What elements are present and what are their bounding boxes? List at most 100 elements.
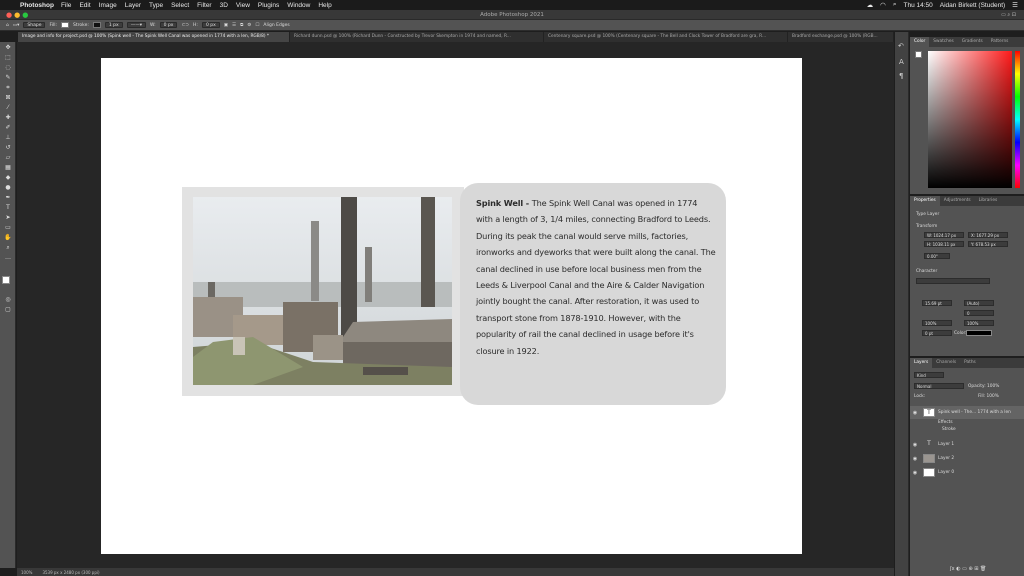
fill-swatch[interactable] [61, 22, 69, 28]
leading-field[interactable]: (Auto) [964, 300, 994, 306]
menu-3d[interactable]: 3D [220, 2, 228, 9]
layer-name[interactable]: Layer 1 [938, 442, 954, 447]
type-tool-icon[interactable]: T [3, 204, 13, 212]
tab-swatches[interactable]: Swatches [929, 37, 958, 47]
tab-adjustments[interactable]: Adjustments [940, 196, 975, 206]
tab-paths[interactable]: Paths [960, 358, 980, 368]
menu-filter[interactable]: Filter [197, 2, 211, 9]
width-field[interactable]: 0 px [159, 22, 178, 28]
tab-properties[interactable]: Properties [910, 196, 940, 206]
tab-color[interactable]: Color [910, 37, 930, 47]
control-center-icon[interactable]: ☰ [1012, 1, 1018, 9]
tab-gradients[interactable]: Gradients [958, 37, 987, 47]
zoom-level[interactable]: 100% [21, 570, 32, 575]
fill-field[interactable]: Fill: 100% [978, 394, 999, 399]
path-select-tool-icon[interactable]: ➤ [3, 214, 13, 222]
tool-preset-icon[interactable]: ▭▾ [13, 23, 20, 28]
width-value[interactable]: W: 1024.17 px [924, 232, 964, 238]
tab-patterns[interactable]: Patterns [987, 37, 1013, 47]
baseline-field[interactable]: 0 pt [922, 330, 952, 336]
menu-type[interactable]: Type [149, 2, 163, 9]
tab-layers[interactable]: Layers [910, 358, 933, 368]
menu-window[interactable]: Window [287, 2, 310, 9]
tab-centenary-square[interactable]: Centenary square.psd @ 100% (Centenary s… [544, 32, 788, 42]
foreground-color-swatch[interactable] [2, 276, 10, 284]
clock[interactable]: Thu 14:50 [903, 2, 932, 9]
stamp-tool-icon[interactable]: ⊥ [3, 134, 13, 142]
tab-libraries[interactable]: Libraries [975, 196, 1002, 206]
horizontal-scale-field[interactable]: 100% [964, 320, 994, 326]
creative-cloud-icon[interactable]: ☁ [867, 1, 874, 9]
menu-file[interactable]: File [61, 2, 71, 9]
menu-help[interactable]: Help [318, 2, 331, 9]
layer-name[interactable]: Spink well - The... 1774 with a len [938, 410, 1011, 415]
layer-name[interactable]: Layer 2 [938, 456, 954, 461]
quick-mask-icon[interactable]: ◎ [3, 296, 13, 304]
text-layer[interactable]: Spink Well - The Spink Well Canal was op… [476, 195, 716, 359]
character-panel-icon[interactable]: A [899, 58, 904, 66]
history-brush-tool-icon[interactable]: ↺ [3, 144, 13, 152]
menu-select[interactable]: Select [171, 2, 189, 9]
link-icon[interactable]: ⊂⊃ [181, 23, 189, 28]
align-edges-checkbox[interactable]: ☐ [255, 23, 259, 28]
stroke-size-field[interactable]: 1 px [104, 22, 123, 28]
path-ops-icon[interactable]: ▣ [224, 23, 228, 28]
home-icon[interactable]: ⌂ [6, 23, 9, 28]
transform-header[interactable]: Transform [916, 224, 937, 229]
height-field[interactable]: 0 px [201, 22, 220, 28]
menu-edit[interactable]: Edit [79, 2, 90, 9]
frame-tool-icon[interactable]: ⊠ [3, 94, 13, 102]
search-icon[interactable]: ⌕ [893, 1, 897, 9]
vertical-scale-field[interactable]: 100% [922, 320, 952, 326]
blend-mode-select[interactable]: Normal [914, 383, 964, 389]
lasso-tool-icon[interactable]: ◌ [3, 64, 13, 72]
zoom-tool-icon[interactable]: ⌕ [3, 244, 13, 252]
character-header[interactable]: Character [916, 269, 937, 274]
dodge-tool-icon[interactable]: ● [3, 184, 13, 192]
foreground-swatch[interactable] [915, 51, 922, 58]
hue-slider[interactable] [1015, 51, 1020, 188]
x-value[interactable]: X: 1677.29 px [968, 232, 1008, 238]
crop-tool-icon[interactable]: ⌗ [3, 84, 13, 92]
visibility-eye-icon[interactable]: ◉ [910, 456, 920, 462]
y-value[interactable]: Y: 678.53 px [968, 241, 1008, 247]
arrange-icon[interactable]: ⧉ [240, 22, 243, 28]
stroke-swatch[interactable] [92, 22, 101, 28]
paragraph-panel-icon[interactable]: ¶ [899, 72, 903, 80]
align-icon[interactable]: ☰ [232, 23, 236, 28]
angle-value[interactable]: 0.00° [924, 253, 950, 259]
menu-plugins[interactable]: Plugins [258, 2, 279, 9]
color-field[interactable] [928, 51, 1012, 188]
layer-row-layer-0[interactable]: ◉ Layer 0 [910, 466, 1024, 479]
wifi-icon[interactable]: ◠ [880, 1, 886, 9]
marquee-tool-icon[interactable]: ⬚ [3, 54, 13, 62]
layer-filter-select[interactable]: Kind [914, 372, 944, 378]
visibility-eye-icon[interactable]: ◉ [910, 410, 920, 416]
screen-mode-icon[interactable]: ▢ [3, 306, 13, 314]
layer-actions-icons[interactable]: ʃx ◐ ▭ ⊕ ⊞ 🗑 [950, 566, 986, 572]
height-value[interactable]: H: 1038.11 px [924, 241, 964, 247]
doc-size[interactable]: 3539 px x 2480 px (300 ppi) [42, 570, 99, 575]
move-tool-icon[interactable]: ✥ [3, 44, 13, 52]
layer-row-layer-1[interactable]: ◉ T Layer 1 [910, 438, 1024, 451]
healing-tool-icon[interactable]: ✚ [3, 114, 13, 122]
font-size-field[interactable]: 15.69 pt [922, 300, 952, 306]
layer-name[interactable]: Layer 0 [938, 470, 954, 475]
tab-bradford-exchange[interactable]: Bradford exchange.psd @ 100% (RGB... [788, 32, 894, 42]
hand-tool-icon[interactable]: ✋ [3, 234, 13, 242]
more-tools-icon[interactable]: … [3, 254, 13, 262]
menu-view[interactable]: View [236, 2, 250, 9]
menu-layer[interactable]: Layer [125, 2, 141, 9]
text-color-swatch[interactable] [966, 330, 992, 336]
menu-image[interactable]: Image [99, 2, 117, 9]
opacity-field[interactable]: Opacity: 100% [968, 384, 999, 389]
user-name[interactable]: Aidan Birkett (Student) [940, 2, 1005, 9]
layer-stroke-row[interactable]: Stroke [910, 425, 1024, 433]
eraser-tool-icon[interactable]: ▱ [3, 154, 13, 162]
gradient-tool-icon[interactable]: ▦ [3, 164, 13, 172]
visibility-eye-icon[interactable]: ◉ [910, 470, 920, 476]
visibility-eye-icon[interactable]: ◉ [910, 442, 920, 448]
tab-richard-dunn[interactable]: Richard dunn.psd @ 100% (Richard Dunn - … [290, 32, 544, 42]
rectangle-tool-icon[interactable]: ▭ [3, 224, 13, 232]
gear-icon[interactable]: ⚙ [247, 23, 251, 28]
